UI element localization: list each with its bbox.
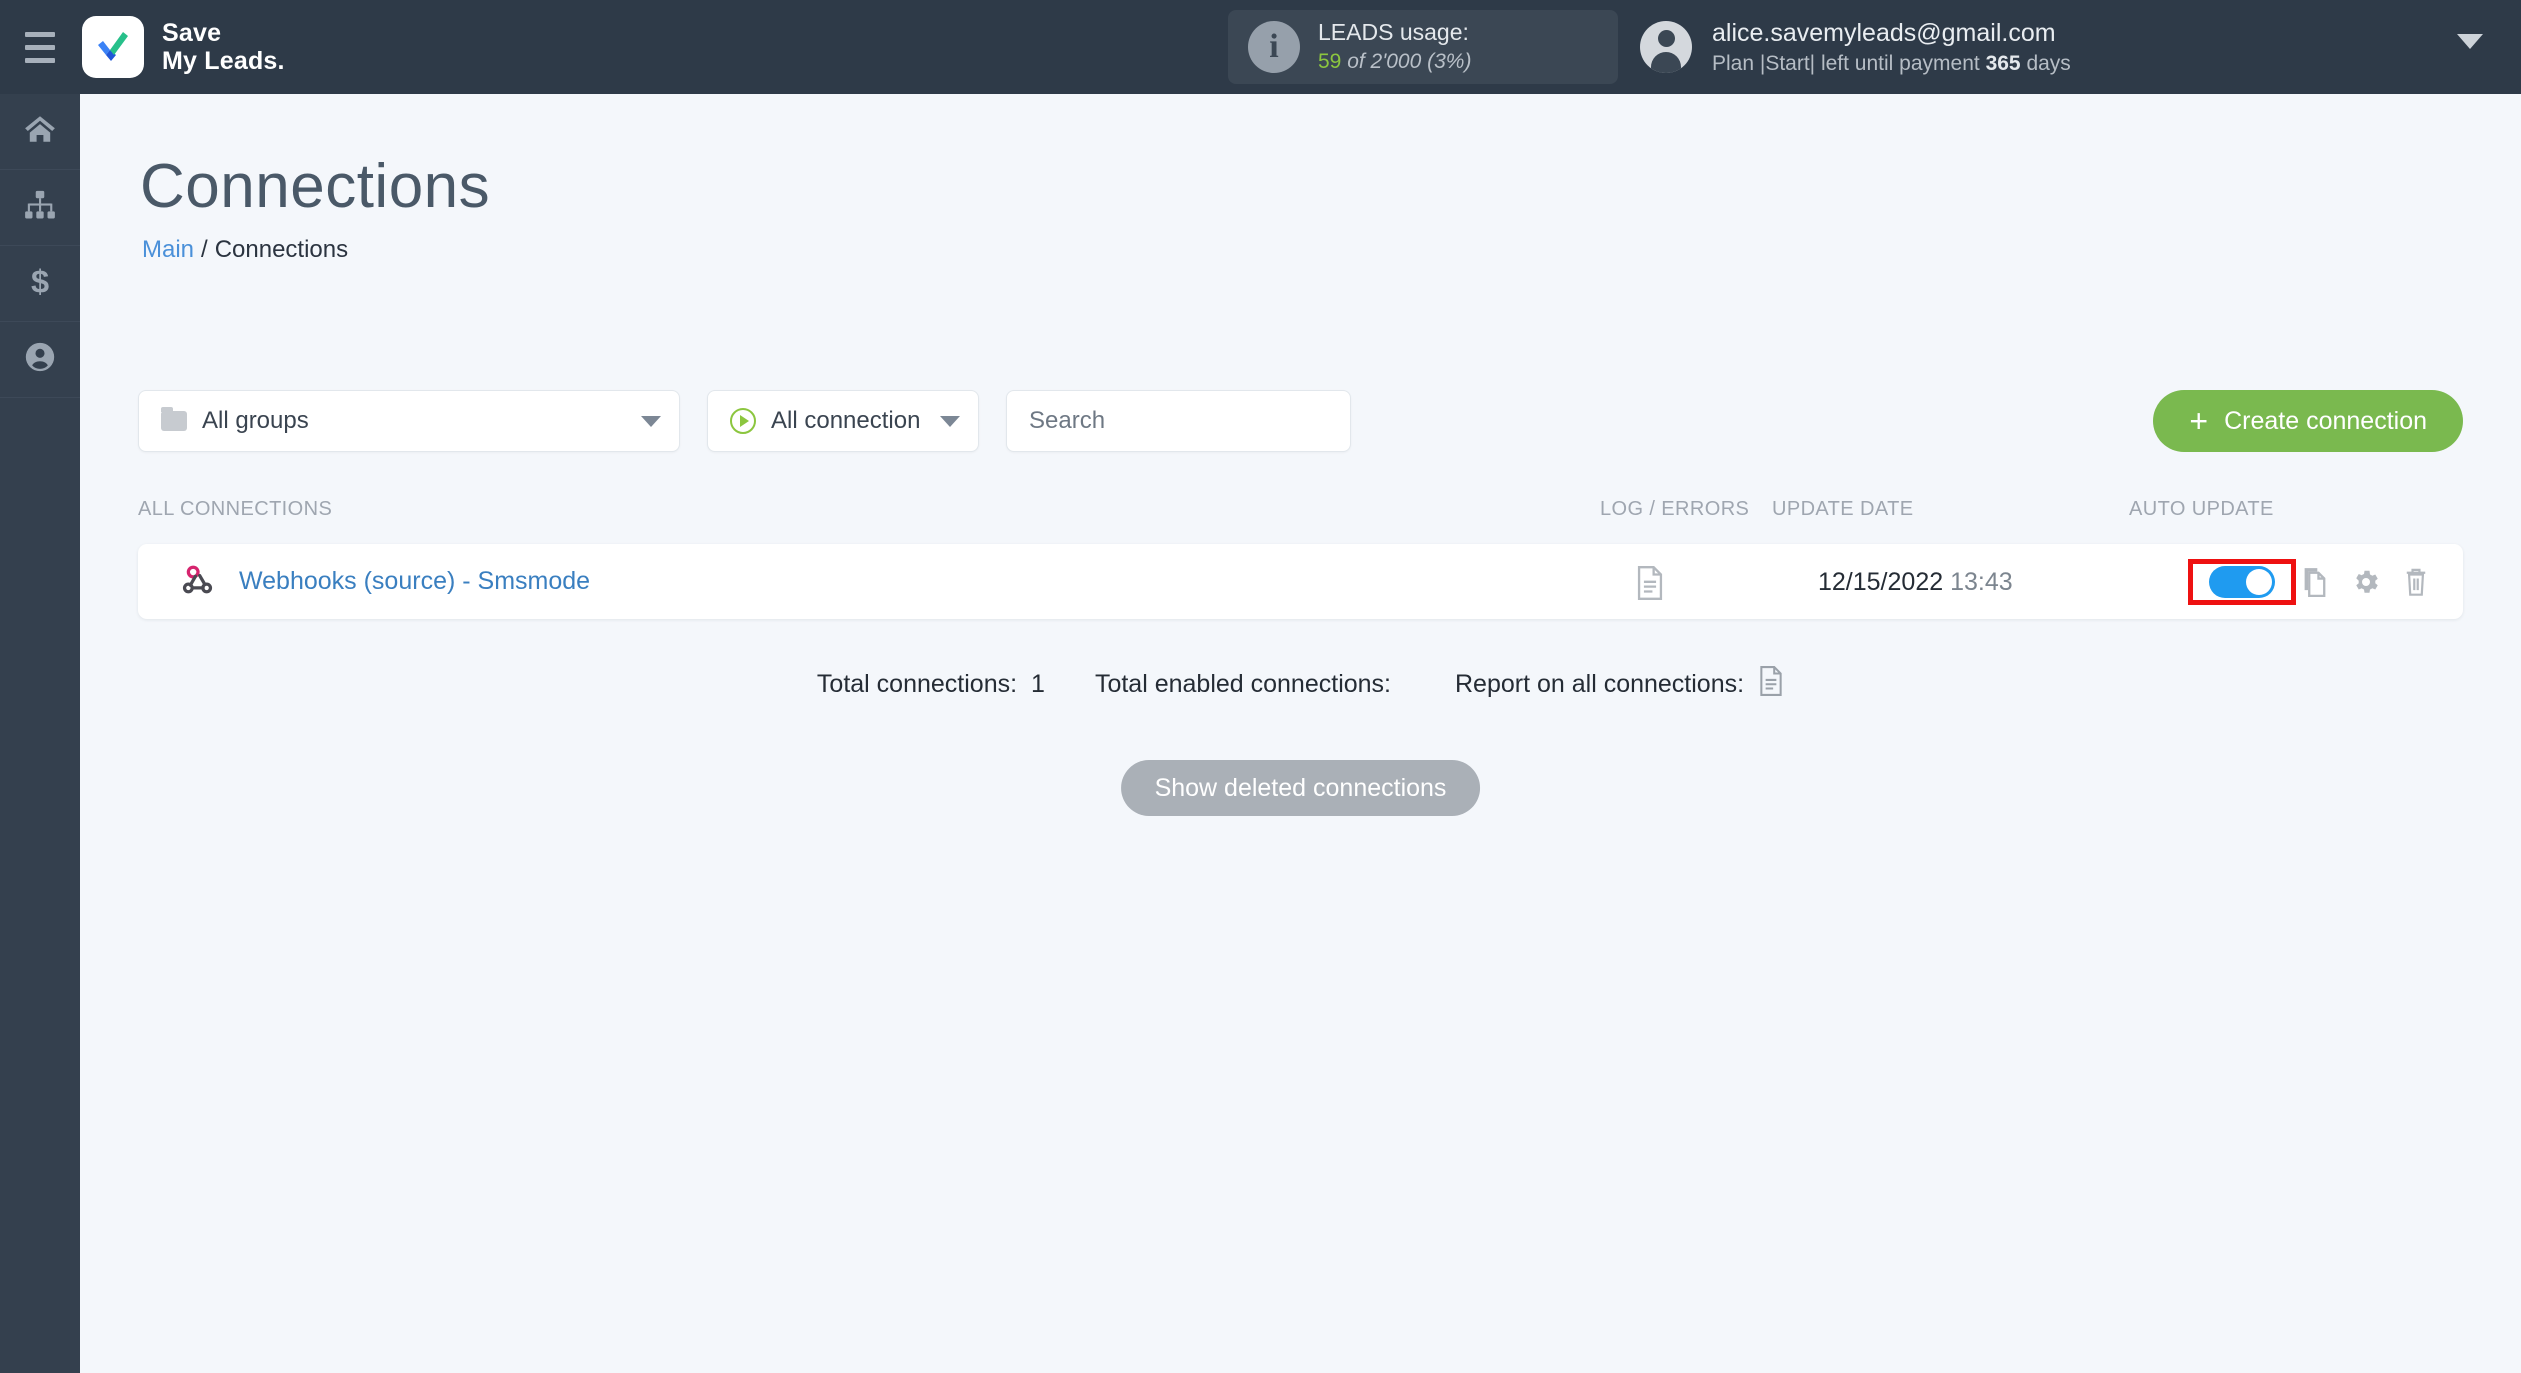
info-icon: i <box>1248 21 1300 73</box>
report-label: Report on all connections: <box>1455 670 1745 698</box>
savemyleads-logo-icon <box>82 16 144 78</box>
chevron-down-icon <box>940 415 960 427</box>
total-connections-value: 1 <box>1031 670 1045 698</box>
hamburger-line <box>25 31 55 37</box>
folder-icon <box>161 407 187 431</box>
total-enabled-label: Total enabled connections: <box>1094 670 1391 698</box>
brand-logo-area[interactable]: Save My Leads. <box>82 16 285 78</box>
connection-filter-select[interactable]: All connection <box>707 390 979 452</box>
search-input[interactable] <box>1006 390 1351 452</box>
gear-icon[interactable] <box>2351 567 2381 597</box>
play-circle-icon <box>730 408 756 434</box>
copy-icon[interactable] <box>2301 567 2329 597</box>
account-menu[interactable]: alice.savemyleads@gmail.com Plan |Start|… <box>1640 10 2071 84</box>
auto-update-highlight-box <box>2188 559 2296 605</box>
chevron-down-icon <box>641 415 661 427</box>
show-deleted-connections-button[interactable]: Show deleted connections <box>1120 760 1481 816</box>
webhook-icon <box>181 562 215 601</box>
update-date-cell: 12/15/2022 13:43 <box>1818 568 2013 597</box>
column-header-auto-update: AUTO UPDATE <box>2129 498 2274 520</box>
trash-icon[interactable] <box>2403 567 2429 597</box>
sidebar-item-home[interactable] <box>0 94 80 170</box>
create-connection-label: Create connection <box>2224 406 2427 435</box>
leads-used-count: 59 <box>1318 50 1342 74</box>
create-connection-button[interactable]: + Create connection <box>2153 390 2463 452</box>
update-date-value: 12/15/2022 <box>1818 568 1944 596</box>
group-filter-select[interactable]: All groups <box>138 390 680 452</box>
column-header-log-errors: LOG / ERRORS <box>1600 498 1750 520</box>
total-connections-label: Total connections: <box>816 670 1018 698</box>
hamburger-menu-icon[interactable] <box>0 0 80 94</box>
home-icon <box>23 112 57 151</box>
column-header-all-connections: ALL CONNECTIONS <box>138 498 333 520</box>
brand-line-2: My Leads. <box>162 47 285 75</box>
total-enabled-connections: Total enabled connections: <box>1095 670 1405 699</box>
connection-name-link[interactable]: Webhooks (source) - Smsmode <box>239 567 590 596</box>
account-plan: Plan |Start| left until payment 365 days <box>1712 50 2071 78</box>
document-icon[interactable] <box>1758 666 1784 703</box>
main-content: Connections Main / Connections All groups … <box>80 94 2521 1373</box>
log-errors-icon[interactable] <box>1635 566 1665 605</box>
brand-name: Save My Leads. <box>162 19 285 75</box>
total-connections: Total connections: 1 <box>817 670 1045 699</box>
chevron-down-icon[interactable] <box>2457 34 2483 49</box>
hamburger-line <box>25 44 55 50</box>
account-email: alice.savemyleads@gmail.com <box>1712 18 2056 47</box>
leads-percent: (3%) <box>1427 50 1472 74</box>
account-plan-suffix: days <box>2026 51 2071 75</box>
sitemap-icon <box>23 188 57 227</box>
brand-line-1: Save <box>162 19 222 47</box>
row-action-buttons <box>2301 567 2429 597</box>
update-time-value: 13:43 <box>1950 568 2013 596</box>
leads-usage-title: LEADS usage: <box>1318 19 1469 46</box>
dollar-icon: $ <box>23 263 57 303</box>
group-filter-value: All groups <box>202 407 309 434</box>
breadcrumb-current: Connections <box>214 236 349 263</box>
leads-total: of 2'000 <box>1347 50 1422 74</box>
connection-filter-value: All connection <box>771 407 921 434</box>
account-plan-prefix: Plan |Start| left until payment <box>1712 51 1980 75</box>
connection-identity: Webhooks (source) - Smsmode <box>181 544 590 619</box>
sidebar-item-billing[interactable]: $ <box>0 246 80 322</box>
auto-update-toggle[interactable] <box>2209 566 2275 598</box>
filter-bar: All groups All connection <box>138 390 1351 452</box>
svg-text:$: $ <box>31 264 49 298</box>
breadcrumb-main-link[interactable]: Main <box>142 236 194 263</box>
breadcrumb: Main / Connections <box>142 236 348 264</box>
sidebar-item-connections[interactable] <box>0 170 80 246</box>
user-circle-icon <box>23 340 57 379</box>
account-plan-days: 365 <box>1985 51 2021 75</box>
leads-usage-panel[interactable]: i LEADS usage: 59 of 2'000 (3%) <box>1228 10 1618 84</box>
totals-row: Total connections: 1 Total enabled conne… <box>80 666 2521 703</box>
report-on-all-connections: Report on all connections: <box>1455 666 1784 703</box>
sidebar-item-account[interactable] <box>0 322 80 398</box>
plus-icon: + <box>2189 403 2209 439</box>
sidebar: $ <box>0 94 80 1373</box>
hamburger-line <box>25 57 55 63</box>
table-header-row: ALL CONNECTIONS LOG / ERRORS UPDATE DATE… <box>80 498 2521 520</box>
table-row[interactable]: Webhooks (source) - Smsmode 12/15/2022 1… <box>138 544 2463 619</box>
column-header-update-date: UPDATE DATE <box>1772 498 1914 520</box>
top-bar: Save My Leads. i LEADS usage: 59 of 2'00… <box>0 0 2521 94</box>
user-avatar-icon <box>1640 21 1692 73</box>
breadcrumb-separator: / <box>201 236 208 263</box>
page-title: Connections <box>140 152 491 221</box>
